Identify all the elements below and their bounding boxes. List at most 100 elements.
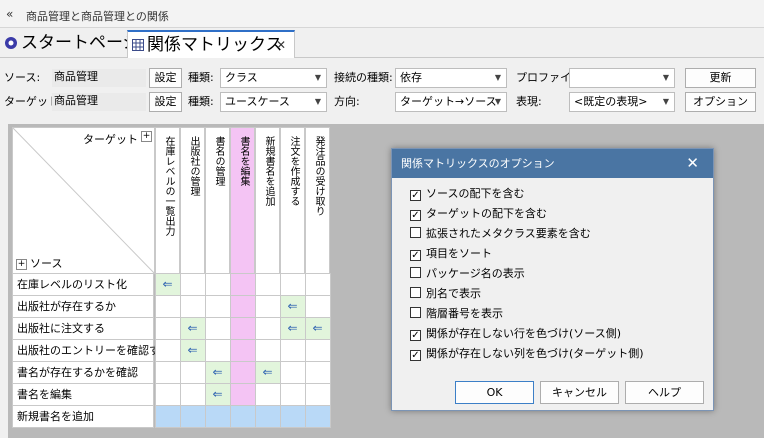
matrix-cell[interactable]: [280, 383, 306, 406]
tab-start-page[interactable]: スタートページ: [0, 30, 140, 58]
matrix-cell[interactable]: [155, 361, 181, 384]
row-header[interactable]: 出版社のエントリーを確認する: [12, 339, 171, 362]
matrix-cell[interactable]: [255, 405, 281, 428]
source-type-select[interactable]: クラス ▼: [220, 68, 327, 88]
close-icon[interactable]: ✕: [686, 149, 699, 178]
matrix-cell[interactable]: [205, 339, 231, 362]
matrix-cell[interactable]: [255, 383, 281, 406]
matrix-cell[interactable]: [155, 383, 181, 406]
matrix-cell[interactable]: ⇐: [205, 383, 231, 406]
update-button[interactable]: 更新: [685, 68, 756, 88]
checkbox-icon[interactable]: ✓: [410, 250, 421, 261]
option-checkbox[interactable]: パッケージ名の表示: [410, 267, 525, 283]
source-settings-button[interactable]: 設定: [149, 68, 182, 88]
matrix-cell[interactable]: [305, 361, 331, 384]
tab-relationship-matrix[interactable]: 関係マトリックス ✕: [127, 30, 295, 58]
checkbox-icon[interactable]: ✓: [410, 190, 421, 201]
option-checkbox[interactable]: 別名で表示: [410, 287, 481, 303]
column-header[interactable]: 発注品の受け取り: [305, 127, 330, 274]
option-checkbox[interactable]: 拡張されたメタクラス要素を含む: [410, 227, 591, 243]
matrix-cell[interactable]: [155, 405, 181, 428]
column-header[interactable]: 出版社の管理: [180, 127, 205, 274]
column-header[interactable]: 在庫レベルの一覧出力: [155, 127, 180, 274]
option-checkbox[interactable]: ✓ ターゲットの配下を含む: [410, 207, 547, 223]
matrix-cell[interactable]: [155, 317, 181, 340]
expand-target-icon[interactable]: +: [141, 131, 152, 142]
option-checkbox[interactable]: ✓ ソースの配下を含む: [410, 187, 524, 203]
row-header[interactable]: 出版社に注文する: [12, 317, 154, 340]
matrix-cell[interactable]: [180, 361, 206, 384]
cancel-button[interactable]: キャンセル: [540, 381, 619, 404]
connector-type-select[interactable]: 依存 ▼: [395, 68, 507, 88]
column-header[interactable]: 新規書名を追加: [255, 127, 280, 274]
row-header[interactable]: 在庫レベルのリスト化: [12, 273, 154, 296]
checkbox-icon[interactable]: [410, 307, 421, 318]
matrix-cell[interactable]: [280, 361, 306, 384]
matrix-cell[interactable]: ⇐: [280, 317, 306, 340]
matrix-cell[interactable]: [230, 317, 256, 340]
matrix-cell[interactable]: [305, 383, 331, 406]
matrix-cell[interactable]: [205, 317, 231, 340]
checkbox-icon[interactable]: ✓: [410, 350, 421, 361]
matrix-cell[interactable]: ⇐: [255, 361, 281, 384]
matrix-cell[interactable]: ⇐: [155, 273, 181, 296]
matrix-cell[interactable]: [305, 339, 331, 362]
row-header[interactable]: 出版社が存在するか: [12, 295, 154, 318]
checkbox-icon[interactable]: [410, 267, 421, 278]
expand-source-icon[interactable]: +: [16, 259, 27, 270]
matrix-cell[interactable]: [155, 339, 181, 362]
close-tab-icon[interactable]: ✕: [276, 32, 286, 58]
row-header[interactable]: 書名が存在するかを確認: [12, 361, 154, 384]
target-type-select[interactable]: ユースケース ▼: [220, 92, 327, 112]
column-header[interactable]: 書名を編集: [230, 127, 255, 274]
matrix-cell[interactable]: [205, 273, 231, 296]
option-checkbox[interactable]: 階層番号を表示: [410, 307, 503, 323]
matrix-cell[interactable]: ⇐: [180, 317, 206, 340]
matrix-cell[interactable]: [305, 295, 331, 318]
matrix-cell[interactable]: [205, 295, 231, 318]
row-header[interactable]: 書名を編集: [12, 383, 154, 406]
ok-button[interactable]: OK: [455, 381, 534, 404]
matrix-cell[interactable]: [230, 273, 256, 296]
matrix-cell[interactable]: [255, 317, 281, 340]
column-header[interactable]: 書名の管理: [205, 127, 230, 274]
matrix-cell[interactable]: [255, 273, 281, 296]
matrix-cell[interactable]: [180, 405, 206, 428]
option-checkbox[interactable]: ✓ 関係が存在しない列を色づけ(ターゲット側): [410, 347, 644, 363]
options-button[interactable]: オプション: [685, 92, 756, 112]
matrix-cell[interactable]: [230, 383, 256, 406]
checkbox-icon[interactable]: ✓: [410, 210, 421, 221]
matrix-cell[interactable]: [180, 383, 206, 406]
checkbox-icon[interactable]: [410, 287, 421, 298]
matrix-cell[interactable]: [305, 273, 331, 296]
option-checkbox[interactable]: ✓ 関係が存在しない行を色づけ(ソース側): [410, 327, 621, 343]
column-header[interactable]: 注文を作成する: [280, 127, 305, 274]
matrix-cell[interactable]: [180, 295, 206, 318]
matrix-cell[interactable]: [155, 295, 181, 318]
representation-select[interactable]: <既定の表現> ▼: [569, 92, 675, 112]
checkbox-icon[interactable]: ✓: [410, 330, 421, 341]
matrix-cell[interactable]: [255, 295, 281, 318]
matrix-cell[interactable]: ⇐: [305, 317, 331, 340]
matrix-cell[interactable]: [205, 405, 231, 428]
matrix-cell[interactable]: ⇐: [180, 339, 206, 362]
matrix-cell[interactable]: [230, 405, 256, 428]
collapse-chevron-icon[interactable]: «: [6, 7, 13, 21]
help-button[interactable]: ヘルプ: [625, 381, 704, 404]
matrix-cell[interactable]: [255, 339, 281, 362]
direction-select[interactable]: ターゲット→ソース ▼: [395, 92, 507, 112]
matrix-cell[interactable]: [230, 295, 256, 318]
profile-select[interactable]: ▼: [569, 68, 675, 88]
matrix-cell[interactable]: ⇐: [205, 361, 231, 384]
matrix-cell[interactable]: [280, 339, 306, 362]
row-header[interactable]: 新規書名を追加: [12, 405, 154, 428]
matrix-cell[interactable]: [280, 405, 306, 428]
matrix-cell[interactable]: [280, 273, 306, 296]
matrix-cell[interactable]: [230, 361, 256, 384]
matrix-cell[interactable]: [305, 405, 331, 428]
checkbox-icon[interactable]: [410, 227, 421, 238]
matrix-cell[interactable]: ⇐: [280, 295, 306, 318]
target-settings-button[interactable]: 設定: [149, 92, 182, 112]
option-checkbox[interactable]: ✓ 項目をソート: [410, 247, 492, 263]
matrix-cell[interactable]: [230, 339, 256, 362]
